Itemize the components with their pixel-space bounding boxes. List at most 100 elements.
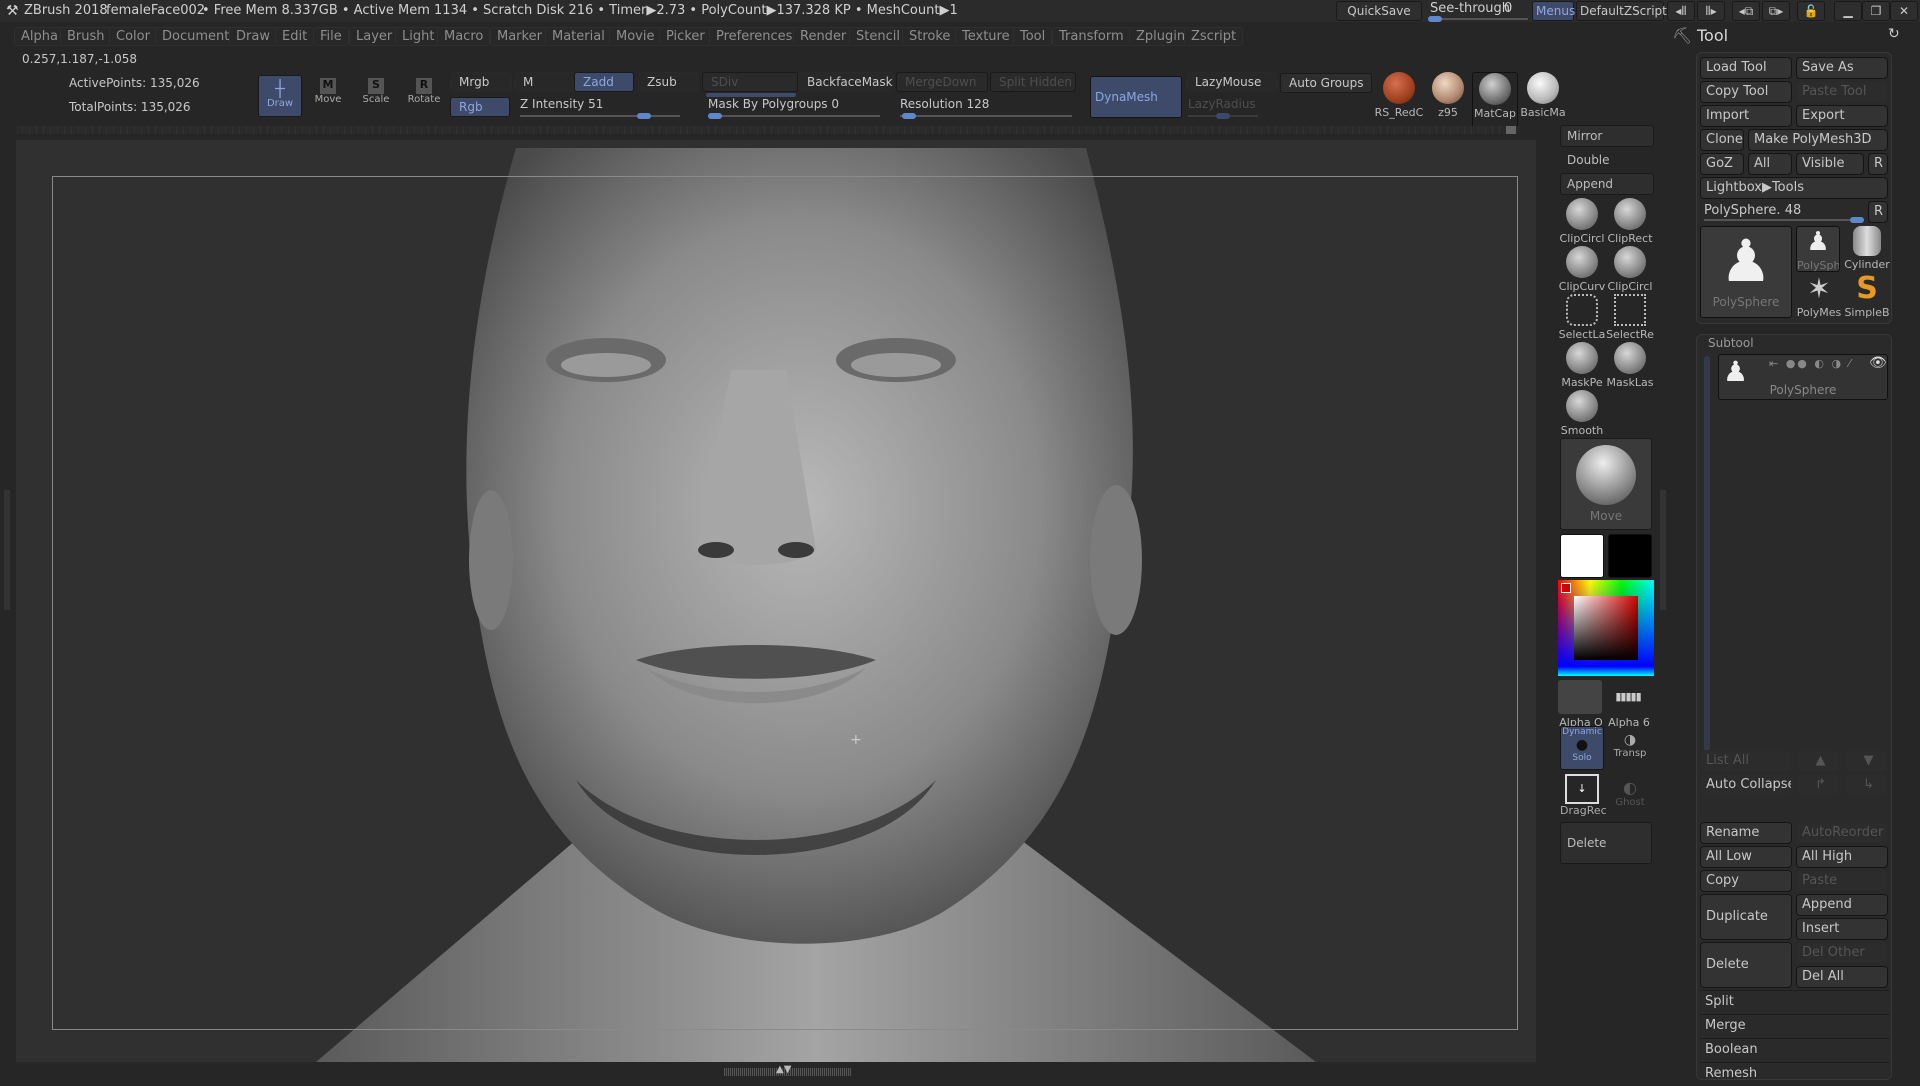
tool-thumb-simplebrush[interactable]: S SimpleB xyxy=(1844,274,1890,320)
layout-prev-icon[interactable]: ◂⧉ xyxy=(1732,1,1760,21)
export-button[interactable]: Export xyxy=(1796,105,1888,127)
tool-thumb-polysph[interactable]: ♟ PolySph xyxy=(1796,226,1840,272)
split-hidden-button[interactable]: Split Hidden xyxy=(990,72,1076,92)
load-tool-button[interactable]: Load Tool xyxy=(1700,57,1792,79)
del-all-button[interactable]: Del All xyxy=(1796,966,1888,988)
rotate-mode-button[interactable]: R Rotate xyxy=(402,75,446,117)
move-up-icon[interactable]: ▲ xyxy=(1796,750,1840,772)
lock-icon[interactable]: 🔓 xyxy=(1797,1,1825,21)
goz-button[interactable]: GoZ xyxy=(1700,153,1744,175)
z-intensity-slider[interactable] xyxy=(520,113,680,119)
zadd-button[interactable]: Zadd xyxy=(574,72,634,92)
menu-alpha[interactable]: Alpha xyxy=(14,27,65,46)
timeline-marker[interactable] xyxy=(1506,126,1516,134)
m-button[interactable]: M xyxy=(514,72,576,92)
mrgb-button[interactable]: Mrgb xyxy=(450,72,512,92)
current-tool-slider[interactable] xyxy=(1704,217,1864,223)
paste-subtool-button[interactable]: Paste xyxy=(1796,870,1888,892)
list-all-button[interactable]: List All xyxy=(1700,750,1792,772)
visibility-eye-icon[interactable]: 👁 xyxy=(1869,355,1887,371)
menu-brush[interactable]: Brush xyxy=(60,27,112,46)
tool-thumb-polysphere-main[interactable]: ♟ PolySphere xyxy=(1700,226,1792,318)
rgb-button[interactable]: Rgb xyxy=(450,97,510,117)
save-as-button[interactable]: Save As xyxy=(1796,57,1888,79)
merge-down-button[interactable]: MergeDown xyxy=(896,72,988,92)
menu-tool[interactable]: Tool xyxy=(1013,27,1053,46)
primary-color-swatch[interactable] xyxy=(1560,534,1604,578)
right-tray-handle[interactable] xyxy=(1660,490,1666,610)
make-polymesh3d-button[interactable]: Make PolyMesh3D xyxy=(1748,129,1888,151)
menu-draw[interactable]: Draw xyxy=(229,27,277,46)
close-icon[interactable]: ✕ xyxy=(1890,1,1918,21)
arrow-up-right-icon[interactable]: ↱ xyxy=(1796,774,1840,796)
material-matcap[interactable]: MatCap xyxy=(1472,72,1518,128)
solo-button[interactable]: Dynamic ● Solo xyxy=(1560,726,1604,770)
subtool-toggle-icons[interactable]: ⇤ ●● ◐ ◑ ⁄ xyxy=(1769,357,1852,370)
subtool-scrollbar[interactable] xyxy=(1704,356,1710,756)
dragrect-button[interactable]: ↓ DragRec xyxy=(1560,774,1607,818)
scale-mode-button[interactable]: S Scale xyxy=(354,75,398,117)
autoreorder-button[interactable]: AutoReorder xyxy=(1796,822,1888,844)
move-down-icon[interactable]: ▼ xyxy=(1844,750,1888,772)
timeline-ruler[interactable] xyxy=(16,126,1520,134)
material-z95[interactable]: z95 xyxy=(1424,72,1472,128)
goz-all-button[interactable]: All xyxy=(1748,153,1792,175)
material-basicma[interactable]: BasicMa xyxy=(1520,72,1566,128)
split-section[interactable]: Split xyxy=(1700,990,1890,1014)
left-tray-handle[interactable] xyxy=(4,490,10,610)
menu-zplugin[interactable]: Zplugin xyxy=(1129,27,1193,46)
mirror-button[interactable]: Mirror xyxy=(1560,125,1654,147)
menu-file[interactable]: File xyxy=(313,27,349,46)
lightbox-tools-button[interactable]: Lightbox▶Tools xyxy=(1700,177,1888,199)
copy-tool-button[interactable]: Copy Tool xyxy=(1700,81,1792,103)
delete-shelf-button[interactable]: Delete xyxy=(1560,822,1652,864)
menu-zscript[interactable]: Zscript xyxy=(1184,27,1244,46)
color-picker[interactable] xyxy=(1558,580,1654,676)
tool-thumb-polymesh[interactable]: ✶ PolyMes xyxy=(1796,274,1842,320)
minimize-icon[interactable]: ▁ xyxy=(1834,1,1862,21)
arrow-down-right-icon[interactable]: ↳ xyxy=(1844,774,1888,796)
all-low-button[interactable]: All Low xyxy=(1700,846,1792,868)
remesh-section[interactable]: Remesh xyxy=(1700,1062,1890,1086)
menu-preferences[interactable]: Preferences xyxy=(709,27,800,46)
menu-movie[interactable]: Movie xyxy=(609,27,662,46)
goz-r-button[interactable]: R xyxy=(1868,153,1888,175)
clone-button[interactable]: Clone xyxy=(1700,129,1744,151)
dynamesh-button[interactable]: DynaMesh xyxy=(1090,76,1182,118)
default-zscript-button[interactable]: DefaultZScript xyxy=(1576,1,1667,21)
insert-subtool-button[interactable]: Insert xyxy=(1796,918,1888,940)
menu-picker[interactable]: Picker xyxy=(659,27,712,46)
menu-color[interactable]: Color xyxy=(109,27,157,46)
scroll-left-icon[interactable]: ◂⦀ xyxy=(1667,1,1695,21)
merge-section[interactable]: Merge xyxy=(1700,1014,1890,1038)
mask-by-polygroups-slider[interactable] xyxy=(708,113,880,119)
current-brush-button[interactable]: Move xyxy=(1560,438,1652,530)
lazymouse-button[interactable]: LazyMouse xyxy=(1186,72,1278,92)
boolean-section[interactable]: Boolean xyxy=(1700,1038,1890,1062)
secondary-color-swatch[interactable] xyxy=(1608,534,1652,578)
color-saturation-square[interactable] xyxy=(1574,596,1638,660)
lazyradius-slider[interactable] xyxy=(1188,113,1258,119)
zsub-button[interactable]: Zsub xyxy=(638,72,698,92)
menu-material[interactable]: Material xyxy=(545,27,612,46)
append-subtool-button[interactable]: Append xyxy=(1796,894,1888,916)
draw-mode-button[interactable]: ┼ Draw xyxy=(258,75,302,117)
import-button[interactable]: Import xyxy=(1700,105,1792,127)
copy-subtool-button[interactable]: Copy xyxy=(1700,870,1792,892)
rename-button[interactable]: Rename xyxy=(1700,822,1792,844)
goz-visible-button[interactable]: Visible xyxy=(1796,153,1864,175)
menu-light[interactable]: Light xyxy=(395,27,442,46)
restore-icon[interactable]: ❐ xyxy=(1862,1,1890,21)
menu-document[interactable]: Document xyxy=(155,27,237,46)
menu-edit[interactable]: Edit xyxy=(275,27,315,46)
menu-marker[interactable]: Marker xyxy=(490,27,549,46)
move-mode-button[interactable]: M Move xyxy=(306,75,350,117)
auto-collapse-button[interactable]: Auto Collapse xyxy=(1700,774,1792,796)
transp-button[interactable]: ◑ Transp xyxy=(1608,726,1652,770)
paste-tool-button[interactable]: Paste Tool xyxy=(1796,81,1888,103)
del-other-button[interactable]: Del Other xyxy=(1796,942,1888,964)
material-rs-redc[interactable]: RS_RedC xyxy=(1374,72,1424,128)
delete-subtool-button[interactable]: Delete xyxy=(1700,942,1792,988)
double-button[interactable]: Double xyxy=(1560,149,1654,171)
quicksave-button[interactable]: QuickSave xyxy=(1336,1,1422,21)
